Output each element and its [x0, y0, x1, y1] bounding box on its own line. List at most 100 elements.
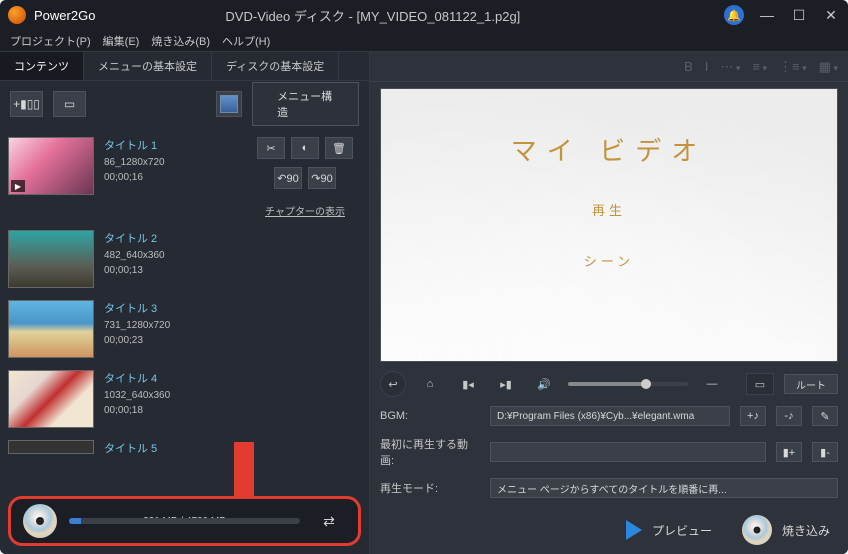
bgm-label: BGM: — [380, 410, 480, 422]
main-area: コンテンツ メニューの基本設定 ディスクの基本設定 +▮▯▯ ▭ メニュー構造 … — [0, 52, 848, 554]
list-item[interactable]: タイトル 4 1032_640x360 00;00;18 — [8, 366, 361, 432]
footer: プレビュー 焼き込み — [370, 506, 848, 554]
preview-title[interactable]: マイ ビデオ — [511, 131, 708, 168]
title-resolution: 731_1280x720 — [104, 320, 170, 331]
left-toolbar: +▮▯▯ ▭ メニュー構造 — [0, 81, 369, 127]
home-button[interactable]: ⌂ — [416, 373, 444, 395]
playmode-field[interactable]: メニュー ページからすべてのタイトルを順番に再... — [490, 478, 838, 498]
font-dropdown[interactable]: ⋯ — [720, 59, 740, 75]
app-window: Power2Go DVD-Video ディスク - [MY_VIDEO_0811… — [0, 0, 848, 554]
disc-capacity-area: 221 MB / 4700 MB ⇄ — [8, 496, 361, 546]
title-name[interactable]: タイトル 5 — [104, 440, 157, 454]
root-button[interactable]: ルート — [784, 374, 838, 394]
notification-icon[interactable]: 🔔 — [724, 5, 744, 25]
preview-button[interactable]: プレビュー — [626, 520, 712, 540]
thumbnail[interactable] — [8, 300, 94, 358]
rotate-cw-button[interactable]: ↷90 — [308, 167, 336, 189]
volume-icon[interactable]: 🔊 — [530, 373, 558, 395]
menu-burn[interactable]: 焼き込み(B) — [151, 33, 210, 49]
chapter-link[interactable]: チャプターの表示 — [265, 203, 345, 218]
rotate-ccw-button[interactable]: ↶90 — [274, 167, 302, 189]
menu-structure-button[interactable]: メニュー構造 — [252, 82, 359, 126]
title-duration: 00;00;13 — [104, 265, 165, 276]
bgm-field[interactable]: D:¥Program Files (x86)¥Cyb...¥elegant.wm… — [490, 406, 730, 426]
bgm-add-button[interactable]: +♪ — [740, 406, 766, 426]
firstplay-remove-button[interactable]: ▮- — [812, 442, 838, 462]
title-duration: 00;00;18 — [104, 405, 170, 416]
title-resolution: 86_1280x720 — [104, 157, 165, 168]
left-tabs: コンテンツ メニューの基本設定 ディスクの基本設定 — [0, 52, 369, 81]
list-dropdown[interactable]: ⋮≡ — [779, 59, 807, 75]
firstplay-field[interactable] — [490, 442, 766, 462]
disc-icon — [23, 504, 57, 538]
fullscreen-button[interactable]: ▭ — [746, 373, 774, 395]
maximize-button[interactable]: ☐ — [790, 7, 808, 24]
firstplay-row: 最初に再生する動画: ▮+ ▮- — [380, 436, 838, 468]
list-item[interactable]: タイトル 2 482_640x360 00;00;13 — [8, 226, 361, 292]
mask-button[interactable]: — — [698, 373, 726, 395]
menu-edit[interactable]: 編集(E) — [103, 33, 140, 49]
list-item[interactable]: タイトル 3 731_1280x720 00;00;23 — [8, 296, 361, 362]
thumbnail[interactable] — [8, 230, 94, 288]
thumbnail[interactable]: ▶ — [8, 137, 94, 195]
cut-button[interactable]: ✂ — [257, 137, 285, 159]
item-actions: ✂ ◐ 🗑 ↶90 ↷90 チャプターの表示 — [257, 137, 361, 218]
preview-scene-link[interactable]: シーン — [584, 251, 634, 270]
title-name[interactable]: タイトル 4 — [104, 370, 170, 386]
grid-dropdown[interactable]: ▦ — [819, 59, 838, 75]
thumbnail-style-button[interactable] — [216, 91, 242, 117]
playmode-label: 再生モード: — [380, 480, 480, 496]
menu-help[interactable]: ヘルプ(H) — [222, 33, 270, 49]
thumbnail[interactable] — [8, 440, 94, 454]
title-list: ▶ タイトル 1 86_1280x720 00;00;16 ✂ ◐ 🗑 — [0, 127, 369, 554]
preview-play-link[interactable]: 再生 — [592, 200, 626, 219]
right-panel: B I ⋯ ≡ ⋮≡ ▦ マイ ビデオ 再生 シーン ↩ ⌂ ▮◂ ▸▮ 🔊 — — [370, 52, 848, 554]
bgm-remove-button[interactable]: -♪ — [776, 406, 802, 426]
app-logo-icon — [8, 6, 26, 24]
preview-label: プレビュー — [652, 522, 712, 539]
title-name[interactable]: タイトル 2 — [104, 230, 165, 246]
bgm-edit-button[interactable]: ✎ — [812, 406, 838, 426]
title-duration: 00;00;23 — [104, 335, 170, 346]
list-item[interactable]: タイトル 5 — [8, 436, 361, 454]
title-bar: Power2Go DVD-Video ディスク - [MY_VIDEO_0811… — [0, 0, 848, 30]
add-title-button[interactable]: +▮▯▯ — [10, 91, 43, 117]
swap-disc-button[interactable]: ⇄ — [312, 509, 346, 533]
title-resolution: 482_640x360 — [104, 250, 165, 261]
tab-content[interactable]: コンテンツ — [0, 52, 84, 80]
burn-disc-icon — [742, 515, 772, 545]
minimize-button[interactable]: — — [758, 7, 776, 23]
burn-label: 焼き込み — [782, 522, 830, 539]
menu-bar: プロジェクト(P) 編集(E) 焼き込み(B) ヘルプ(H) — [0, 30, 848, 52]
title-duration: 00;00;16 — [104, 172, 165, 183]
tab-disc-basic[interactable]: ディスクの基本設定 — [212, 52, 339, 80]
delete-button[interactable]: 🗑 — [325, 137, 353, 159]
tab-menu-basic[interactable]: メニューの基本設定 — [84, 52, 212, 80]
disc-progress[interactable]: 221 MB / 4700 MB — [69, 518, 300, 524]
italic-button[interactable]: I — [705, 59, 709, 74]
bold-button[interactable]: B — [684, 59, 693, 74]
window-title: DVD-Video ディスク - [MY_VIDEO_081122_1.p2g] — [225, 6, 520, 25]
firstplay-add-button[interactable]: ▮+ — [776, 442, 802, 462]
title-name[interactable]: タイトル 3 — [104, 300, 170, 316]
volume-slider[interactable] — [568, 382, 688, 386]
settings-area: BGM: D:¥Program Files (x86)¥Cyb...¥elega… — [380, 406, 838, 498]
close-button[interactable]: ✕ — [822, 7, 840, 24]
back-button[interactable]: ↩ — [380, 371, 406, 397]
firstplay-label: 最初に再生する動画: — [380, 436, 480, 468]
next-button[interactable]: ▸▮ — [492, 373, 520, 395]
blank-button[interactable]: ▭ — [53, 91, 86, 117]
bgm-row: BGM: D:¥Program Files (x86)¥Cyb...¥elega… — [380, 406, 838, 426]
list-item[interactable]: ▶ タイトル 1 86_1280x720 00;00;16 ✂ ◐ 🗑 — [8, 133, 361, 222]
left-panel: コンテンツ メニューの基本設定 ディスクの基本設定 +▮▯▯ ▭ メニュー構造 … — [0, 52, 370, 554]
align-dropdown[interactable]: ≡ — [752, 59, 767, 74]
menu-preview[interactable]: マイ ビデオ 再生 シーン — [380, 88, 838, 362]
menu-project[interactable]: プロジェクト(P) — [10, 33, 91, 49]
player-controls: ↩ ⌂ ▮◂ ▸▮ 🔊 — ▭ ルート — [380, 368, 838, 400]
burn-button[interactable]: 焼き込み — [742, 515, 830, 545]
play-overlay-icon[interactable]: ▶ — [11, 180, 25, 192]
contrast-button[interactable]: ◐ — [291, 137, 319, 159]
prev-button[interactable]: ▮◂ — [454, 373, 482, 395]
thumbnail[interactable] — [8, 370, 94, 428]
title-name[interactable]: タイトル 1 — [104, 137, 165, 153]
